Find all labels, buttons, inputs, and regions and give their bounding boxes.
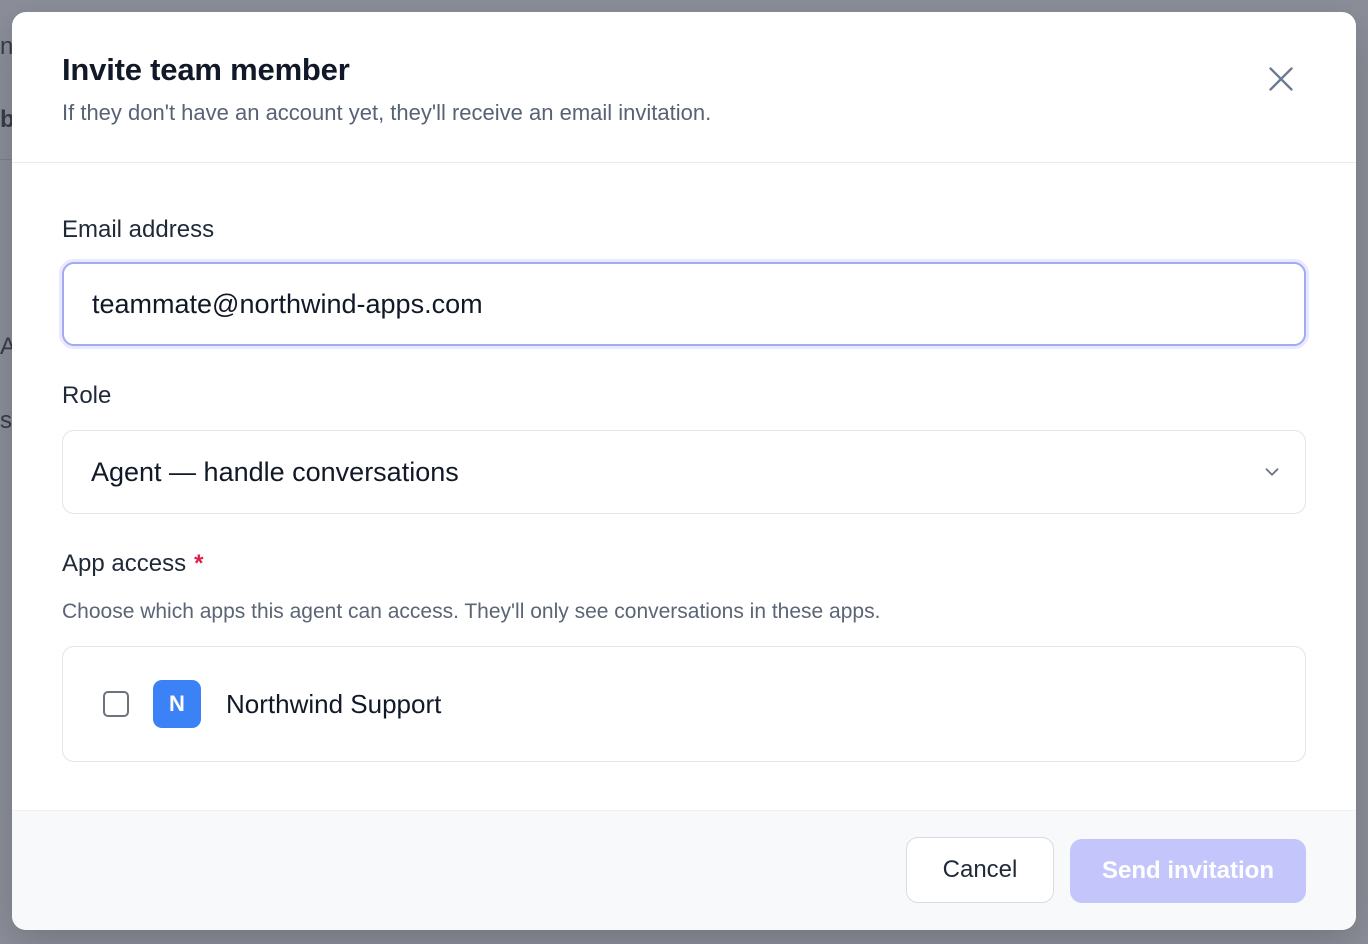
close-button[interactable] bbox=[1258, 56, 1304, 102]
background-text-fragment: s bbox=[0, 407, 12, 434]
email-field[interactable] bbox=[62, 262, 1306, 346]
app-checkbox[interactable] bbox=[103, 691, 129, 717]
app-access-label: App access * bbox=[62, 550, 203, 578]
close-icon bbox=[1269, 67, 1293, 91]
dialog-footer: Cancel Send invitation bbox=[12, 810, 1356, 930]
dialog-title: Invite team member bbox=[62, 52, 350, 87]
role-label: Role bbox=[62, 382, 112, 409]
app-access-list: N Northwind Support bbox=[62, 646, 1306, 762]
chevron-down-icon bbox=[1265, 468, 1279, 476]
email-label: Email address bbox=[62, 216, 215, 243]
role-selected-value: Agent — handle conversations bbox=[91, 456, 459, 487]
dialog-header: Invite team member If they don't have an… bbox=[12, 12, 1356, 163]
cancel-button[interactable]: Cancel bbox=[906, 837, 1054, 903]
app-access-label-text: App access bbox=[62, 550, 187, 577]
send-invitation-button[interactable]: Send invitation bbox=[1070, 839, 1306, 903]
invite-team-member-dialog: Invite team member If they don't have an… bbox=[12, 12, 1356, 930]
app-name: Northwind Support bbox=[226, 688, 442, 719]
app-avatar: N bbox=[153, 680, 201, 728]
required-mark: * bbox=[194, 550, 204, 577]
app-access-help: Choose which apps this agent can access.… bbox=[62, 600, 881, 623]
role-select[interactable]: Agent — handle conversations bbox=[62, 430, 1306, 514]
dialog-subtitle: If they don't have an account yet, they'… bbox=[62, 100, 712, 125]
list-item[interactable]: N Northwind Support bbox=[63, 647, 1305, 761]
